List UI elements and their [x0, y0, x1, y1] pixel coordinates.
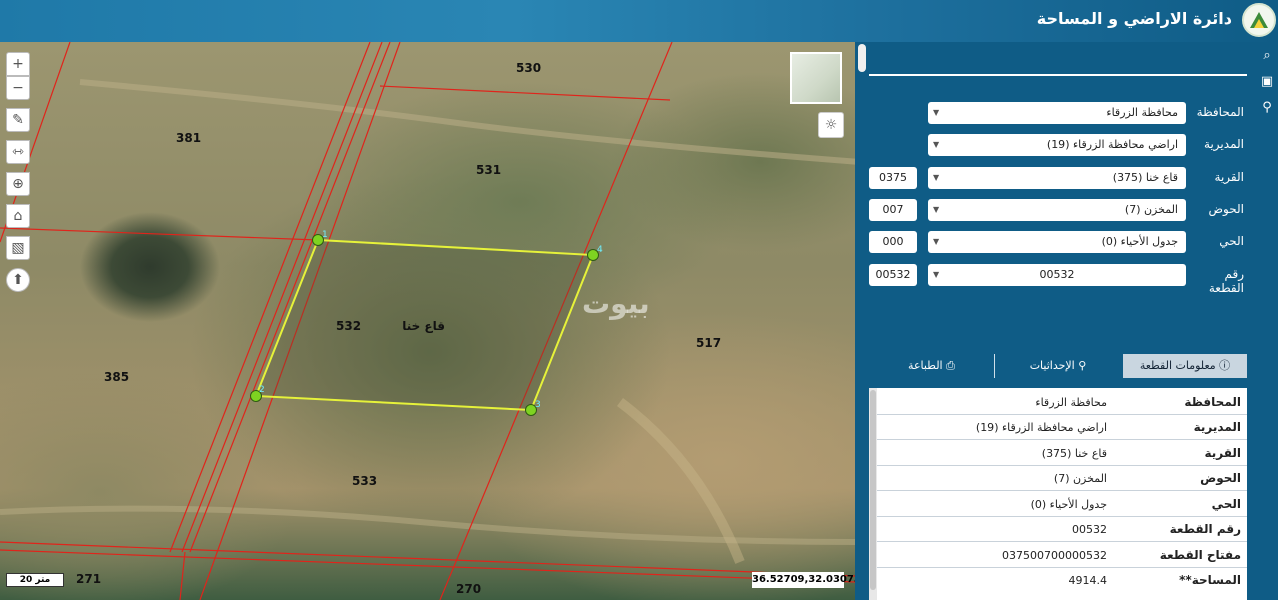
vertex-label: 4: [597, 245, 603, 255]
parcel-number: 385: [104, 370, 129, 384]
location-pin-icon[interactable]: ⚲: [1259, 100, 1275, 116]
filter-label: المحافظة: [1196, 105, 1244, 119]
directorate-select[interactable]: ▼ اراضي محافظة الزرقاء (19): [928, 134, 1186, 156]
filter-village: 0375 ▼ قاع خنا (375) القرية: [856, 167, 1256, 191]
dls-logo-icon: [1242, 3, 1276, 37]
draw-icon[interactable]: ✎: [6, 108, 30, 132]
table-row: المديرية اراضي محافظة الزرقاء (19): [877, 415, 1247, 440]
map-overlay: 1 2 3 4 530 381 531 532 517 385 533 271 …: [0, 42, 855, 600]
neighborhood-select[interactable]: ▼ جدول الأحياء (0): [928, 231, 1186, 253]
vertex-label: 3: [535, 400, 541, 410]
vertex-label: 2: [259, 385, 265, 395]
tab-print[interactable]: ⎙ الطباعة: [869, 354, 994, 378]
parcel-select[interactable]: ▼ 00532: [928, 264, 1186, 286]
parcel-number: 270: [456, 582, 481, 596]
vertex-label: 1: [322, 230, 328, 240]
filter-governorate: ▼ محافظة الزرقاء المحافظة: [856, 102, 1256, 126]
printer-icon: ⎙: [946, 359, 955, 372]
filter-label: الحي: [1219, 234, 1244, 248]
parcel-code-input[interactable]: 00532: [869, 264, 917, 286]
neighborhood-code-input[interactable]: 000: [869, 231, 917, 253]
table-row: رقم القطعة 00532: [877, 517, 1247, 542]
user-pin-icon: ⚲: [1078, 359, 1087, 372]
side-panel: ▼ محافظة الزرقاء المحافظة ▼ اراضي محافظة ا…: [856, 42, 1256, 600]
filter-label: القرية: [1214, 170, 1244, 184]
parcel-number: 517: [696, 336, 721, 350]
parcel-name: قاع خنا: [402, 319, 445, 333]
table-row: المساحة** 4914.4: [1068, 573, 1242, 587]
governorate-select[interactable]: ▼ محافظة الزرقاء: [928, 102, 1186, 124]
zoom-out-icon[interactable]: −: [6, 76, 30, 100]
header-bar: دائرة الاراضي و المساحة: [0, 0, 1278, 42]
panel-divider: [869, 74, 1247, 76]
parcel-number: 532: [336, 319, 361, 333]
parcel-number: 533: [352, 474, 377, 488]
locate-icon[interactable]: ⊕: [6, 172, 30, 196]
map-controls: + − ✎ ⇿ ⊕ ⌂ ▧ ⬆: [6, 52, 31, 300]
table-row: مفتاح القطعة 037500700000532: [877, 543, 1247, 568]
home-icon[interactable]: ⌂: [6, 204, 30, 228]
filter-parcel: 00532 ▼ 00532 رقم القطعة: [856, 264, 1256, 295]
app-title: دائرة الاراضي و المساحة: [1036, 9, 1232, 28]
measure-icon[interactable]: ⇿: [6, 140, 30, 164]
table-row: الحوض المخزن (7): [877, 466, 1247, 491]
basemap-toggle-icon[interactable]: ☼: [818, 112, 844, 138]
map-view[interactable]: 1 2 3 4 530 381 531 532 517 385 533 271 …: [0, 42, 855, 600]
basin-select[interactable]: ▼ المخزن (7): [928, 199, 1186, 221]
layers-icon[interactable]: ▣: [1259, 74, 1275, 90]
zoom-in-icon[interactable]: +: [6, 52, 30, 76]
village-code-input[interactable]: 0375: [869, 167, 917, 189]
right-toolbar: ⌕ ▣ ⚲: [1256, 42, 1278, 600]
compass-icon[interactable]: ⬆: [6, 268, 30, 292]
export-icon[interactable]: ▧: [6, 236, 30, 260]
filter-directorate: ▼ اراضي محافظة الزرقاء (19) المديرية: [856, 134, 1256, 158]
basin-code-input[interactable]: 007: [869, 199, 917, 221]
watermark: بيوت: [582, 287, 650, 320]
filter-label: رقم القطعة: [1208, 267, 1244, 295]
info-scrollbar[interactable]: [869, 388, 877, 600]
search-icon[interactable]: ⌕: [1259, 48, 1275, 64]
overview-map[interactable]: [790, 52, 842, 104]
panel-scrollbar[interactable]: [858, 44, 866, 72]
filter-label: الحوض: [1208, 202, 1244, 216]
parcel-info-table: المحافظة محافظة الزرقاء المديرية اراضي محا…: [869, 388, 1247, 600]
info-icon: ⓘ: [1219, 359, 1231, 372]
tab-parcel-info[interactable]: ⓘ معلومات القطعة: [1123, 354, 1247, 378]
parcel-number: 381: [176, 131, 201, 145]
table-row: المحافظة محافظة الزرقاء: [877, 390, 1247, 415]
filter-neighborhood: 000 ▼ جدول الأحياء (0) الحي: [856, 231, 1256, 255]
parcel-number: 271: [76, 572, 101, 586]
filter-label: المديرية: [1204, 137, 1244, 151]
table-row: الحي جدول الأحياء (0): [877, 492, 1247, 517]
scale-bar: 20 متر: [6, 573, 64, 587]
parcel-number: 531: [476, 163, 501, 177]
coordinates-readout: 36.52709,32.03073: [752, 572, 855, 588]
village-select[interactable]: ▼ قاع خنا (375): [928, 167, 1186, 189]
info-tabs: ⓘ معلومات القطعة ⚲ الإحداثيات ⎙ الطباعة: [869, 354, 1247, 378]
app-root: دائرة الاراضي و المساحة 1 2 3 4 530 381 …: [0, 0, 1278, 600]
tab-coordinates[interactable]: ⚲ الإحداثيات: [995, 354, 1121, 378]
table-row: القرية قاع خنا (375): [877, 441, 1247, 466]
parcel-number: 530: [516, 61, 541, 75]
filter-basin: 007 ▼ المخزن (7) الحوض: [856, 199, 1256, 223]
